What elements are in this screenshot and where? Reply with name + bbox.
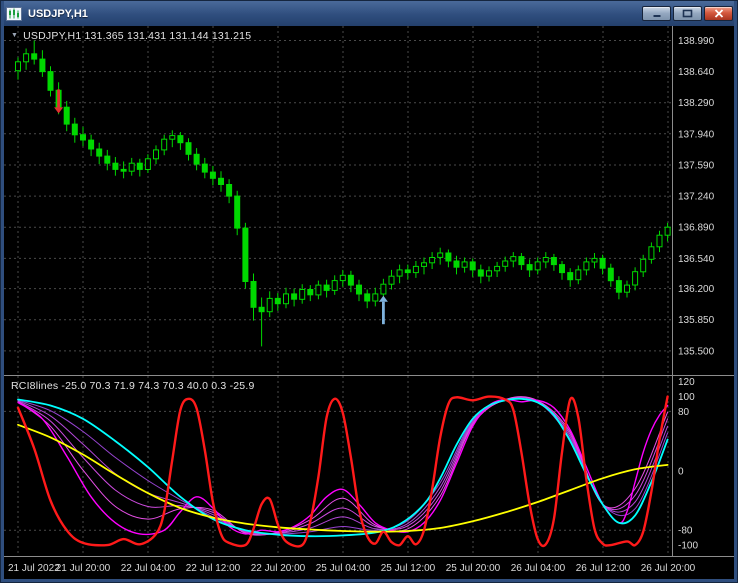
svg-text:21 Jul 2022: 21 Jul 2022	[8, 563, 60, 574]
candlestick-icon	[6, 6, 22, 21]
svg-text:138.990: 138.990	[678, 36, 715, 47]
svg-text:22 Jul 20:00: 22 Jul 20:00	[251, 563, 306, 574]
svg-text:26 Jul 04:00: 26 Jul 04:00	[511, 563, 566, 574]
restore-button[interactable]	[673, 6, 702, 21]
svg-text:100: 100	[678, 392, 695, 403]
restore-icon	[682, 9, 693, 18]
svg-text:0: 0	[678, 466, 684, 477]
close-button[interactable]	[704, 6, 733, 21]
svg-text:25 Jul 20:00: 25 Jul 20:00	[446, 563, 501, 574]
titlebar[interactable]: USDJPY,H1	[4, 1, 734, 26]
chart-window-icon	[6, 6, 24, 21]
window-controls	[640, 6, 733, 21]
svg-text:138.640: 138.640	[678, 67, 715, 78]
price-chart[interactable]: 138.990 138.640 138.290 137.940 137.590 137.2…	[4, 26, 734, 579]
svg-text:80: 80	[678, 407, 690, 418]
svg-text:26 Jul 12:00: 26 Jul 12:00	[576, 563, 631, 574]
svg-text:136.890: 136.890	[678, 223, 715, 234]
chart-area[interactable]: 138.990 138.640 138.290 137.940 137.590 137.2…	[4, 26, 734, 579]
svg-text:22 Jul 04:00: 22 Jul 04:00	[121, 563, 176, 574]
svg-text:135.850: 135.850	[678, 315, 715, 326]
svg-text:136.200: 136.200	[678, 284, 715, 295]
svg-text:22 Jul 12:00: 22 Jul 12:00	[186, 563, 241, 574]
svg-text:-100: -100	[678, 541, 698, 552]
svg-text:25 Jul 04:00: 25 Jul 04:00	[316, 563, 371, 574]
minimize-icon	[653, 15, 660, 17]
svg-text:26 Jul 20:00: 26 Jul 20:00	[641, 563, 696, 574]
svg-text:137.240: 137.240	[678, 192, 715, 203]
svg-text:21 Jul 20:00: 21 Jul 20:00	[56, 563, 111, 574]
svg-text:120: 120	[678, 377, 695, 388]
svg-text:25 Jul 12:00: 25 Jul 12:00	[381, 563, 436, 574]
window-title: USDJPY,H1	[28, 7, 88, 20]
svg-text:138.290: 138.290	[678, 98, 715, 109]
quote-dropdown-icon[interactable]: ▼	[11, 32, 18, 39]
chart-background	[4, 26, 734, 579]
svg-text:-80: -80	[678, 526, 693, 537]
close-icon	[714, 9, 723, 18]
svg-text:135.500: 135.500	[678, 346, 715, 357]
minimize-button[interactable]	[642, 6, 671, 21]
chart-window: USDJPY,H1 138.990 138.640 138.290 137.940 13…	[0, 0, 738, 583]
svg-text:137.590: 137.590	[678, 161, 715, 172]
svg-text:136.540: 136.540	[678, 254, 715, 265]
svg-text:137.940: 137.940	[678, 129, 715, 140]
